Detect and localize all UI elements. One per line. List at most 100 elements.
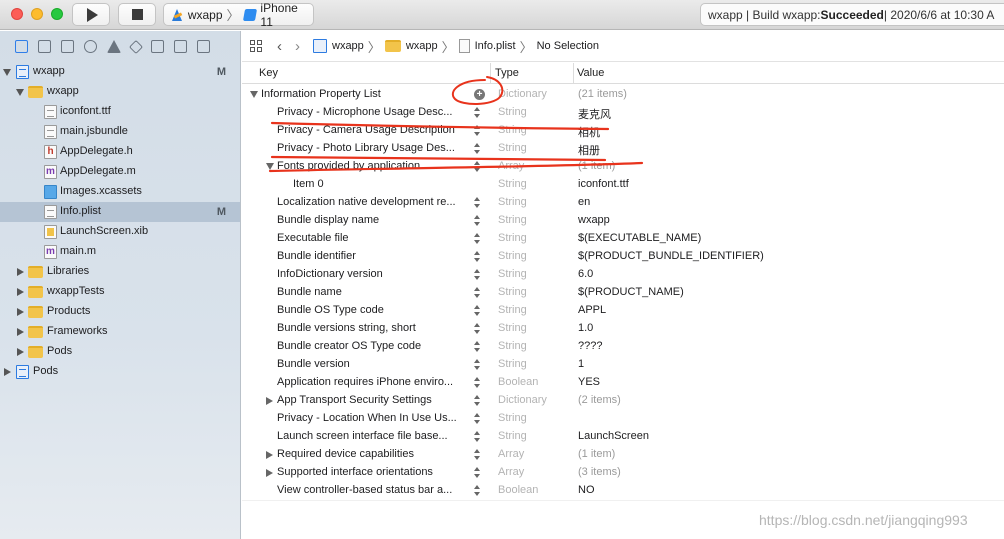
disclosure-closed-icon[interactable] [266, 397, 273, 405]
tree-item-products[interactable]: Products [0, 302, 240, 322]
stepper-icon[interactable] [474, 485, 481, 497]
issue-navigator-warning-icon[interactable] [107, 40, 121, 53]
stepper-icon[interactable] [474, 143, 481, 155]
plist-value[interactable]: LaunchScreen [578, 430, 649, 442]
plist-value[interactable]: iconfont.ttf [578, 178, 629, 190]
plist-row[interactable]: Supported interface orientations Array (3 … [242, 464, 1004, 482]
disclosure-closed-icon[interactable] [17, 348, 24, 356]
tree-item-main-m[interactable]: m main.m [0, 242, 240, 262]
plus-icon[interactable]: + [474, 89, 485, 100]
plist-value[interactable]: APPL [578, 304, 606, 316]
stepper-icon[interactable] [474, 251, 481, 263]
disclosure-closed-icon[interactable] [266, 469, 273, 477]
stepper-icon[interactable] [474, 359, 481, 371]
tree-item-wxapp-group[interactable]: wxapp [0, 82, 240, 102]
plist-value[interactable]: 1 [578, 358, 584, 370]
plist-row[interactable]: Bundle versions string, short String 1.0 [242, 320, 1004, 338]
plist-row[interactable]: Launch screen interface file base... Stri… [242, 428, 1004, 446]
tree-item-main-jsbundle[interactable]: main.jsbundle [0, 122, 240, 142]
zoom-window-button[interactable] [51, 8, 63, 20]
tree-item-appdelegate-h[interactable]: h AppDelegate.h [0, 142, 240, 162]
stepper-icon[interactable] [474, 413, 481, 425]
tree-item-launchscreen-xib[interactable]: LaunchScreen.xib [0, 222, 240, 242]
plist-row[interactable]: Bundle creator OS Type code String???? [242, 338, 1004, 356]
plist-row[interactable]: Fonts provided by application Array (1 ite… [242, 158, 1004, 176]
source-control-icon[interactable] [38, 40, 51, 53]
disclosure-closed-icon[interactable] [4, 368, 11, 376]
project-navigator-folder-icon[interactable] [15, 40, 28, 53]
plist-row[interactable]: Bundle OS Type code String APPL [242, 302, 1004, 320]
disclosure-closed-icon[interactable] [17, 328, 24, 336]
plist-row[interactable]: Bundle identifier String $(PRODUCT_BUNDLE_… [242, 248, 1004, 266]
stepper-icon[interactable] [474, 197, 481, 209]
plist-row[interactable]: Privacy - Camera Usage Description String… [242, 122, 1004, 140]
symbol-navigator-icon[interactable] [61, 40, 74, 53]
forward-chevron-icon[interactable]: › [295, 39, 300, 54]
disclosure-open-icon[interactable] [3, 69, 11, 76]
plist-value[interactable]: $(PRODUCT_BUNDLE_IDENTIFIER) [578, 250, 764, 262]
disclosure-open-icon[interactable] [16, 89, 24, 96]
plist-value[interactable]: $(EXECUTABLE_NAME) [578, 232, 701, 244]
stepper-icon[interactable] [474, 395, 481, 407]
report-navigator-speech-bubble-icon[interactable] [197, 40, 210, 53]
plist-row[interactable]: Bundle display name String wxapp [242, 212, 1004, 230]
tree-item-appdelegate-m[interactable]: m AppDelegate.m [0, 162, 240, 182]
plist-row[interactable]: App Transport Security Settings Dictionar… [242, 392, 1004, 410]
stepper-icon[interactable] [474, 341, 481, 353]
plist-value[interactable]: 麦克风 [578, 106, 611, 122]
tree-item-frameworks[interactable]: Frameworks [0, 322, 240, 342]
stop-button[interactable] [118, 3, 156, 26]
tree-item-iconfont[interactable]: iconfont.ttf [0, 102, 240, 122]
plist-row[interactable]: Bundle version String 1 [242, 356, 1004, 374]
stepper-icon[interactable] [474, 377, 481, 389]
tree-item-libraries[interactable]: Libraries [0, 262, 240, 282]
column-divider[interactable] [573, 63, 574, 84]
stepper-icon[interactable] [474, 269, 481, 281]
column-divider[interactable] [490, 63, 491, 84]
disclosure-open-icon[interactable] [266, 163, 274, 170]
stepper-icon[interactable] [474, 431, 481, 443]
tree-item-wxapp-project[interactable]: wxapp M [0, 62, 240, 82]
plist-value[interactable]: wxapp [578, 214, 610, 226]
plist-value[interactable]: 6.0 [578, 268, 593, 280]
tree-item-pods-group[interactable]: Pods [0, 342, 240, 362]
plist-value[interactable]: 1.0 [578, 322, 593, 334]
plist-value[interactable]: en [578, 196, 590, 208]
disclosure-closed-icon[interactable] [17, 308, 24, 316]
plist-row[interactable]: Application requires iPhone enviro... Boo… [242, 374, 1004, 392]
plist-root-row[interactable]: Information Property List + Dictionary (… [242, 86, 1004, 104]
plist-row[interactable]: View controller-based status bar a... Boo… [242, 482, 1004, 500]
key-column-header[interactable]: Key [259, 67, 278, 79]
disclosure-closed-icon[interactable] [17, 288, 24, 296]
plist-row[interactable]: Required device capabilities Array (1 item… [242, 446, 1004, 464]
breadcrumb-folder[interactable]: wxapp [406, 40, 438, 52]
disclosure-open-icon[interactable] [250, 91, 258, 98]
stepper-icon[interactable] [474, 323, 481, 335]
stepper-icon[interactable] [474, 449, 481, 461]
plist-row[interactable]: Privacy - Microphone Usage Desc... String… [242, 104, 1004, 122]
breakpoint-navigator-icon[interactable] [174, 40, 187, 53]
stepper-icon[interactable] [474, 215, 481, 227]
stepper-icon[interactable] [474, 467, 481, 479]
value-column-header[interactable]: Value [577, 67, 604, 79]
breadcrumb-project[interactable]: wxapp [332, 40, 364, 52]
tree-item-images-xcassets[interactable]: Images.xcassets [0, 182, 240, 202]
plist-value[interactable]: ???? [578, 340, 602, 352]
plist-row[interactable]: Localization native development re... Str… [242, 194, 1004, 212]
back-chevron-icon[interactable]: ‹ [277, 39, 282, 54]
close-window-button[interactable] [11, 8, 23, 20]
disclosure-closed-icon[interactable] [17, 268, 24, 276]
stepper-icon[interactable] [474, 233, 481, 245]
tree-item-wxapptests[interactable]: wxappTests [0, 282, 240, 302]
stepper-icon[interactable] [474, 107, 481, 119]
find-navigator-search-icon[interactable] [84, 40, 97, 53]
tree-item-info-plist[interactable]: Info.plist M [0, 202, 240, 222]
plist-value[interactable]: YES [578, 376, 600, 388]
tree-item-pods-project[interactable]: Pods [0, 362, 240, 382]
type-column-header[interactable]: Type [495, 67, 519, 79]
stepper-icon[interactable] [474, 161, 481, 173]
stepper-icon[interactable] [474, 305, 481, 317]
plist-value[interactable]: NO [578, 484, 595, 496]
plist-row[interactable]: InfoDictionary version String 6.0 [242, 266, 1004, 284]
minimize-window-button[interactable] [31, 8, 43, 20]
